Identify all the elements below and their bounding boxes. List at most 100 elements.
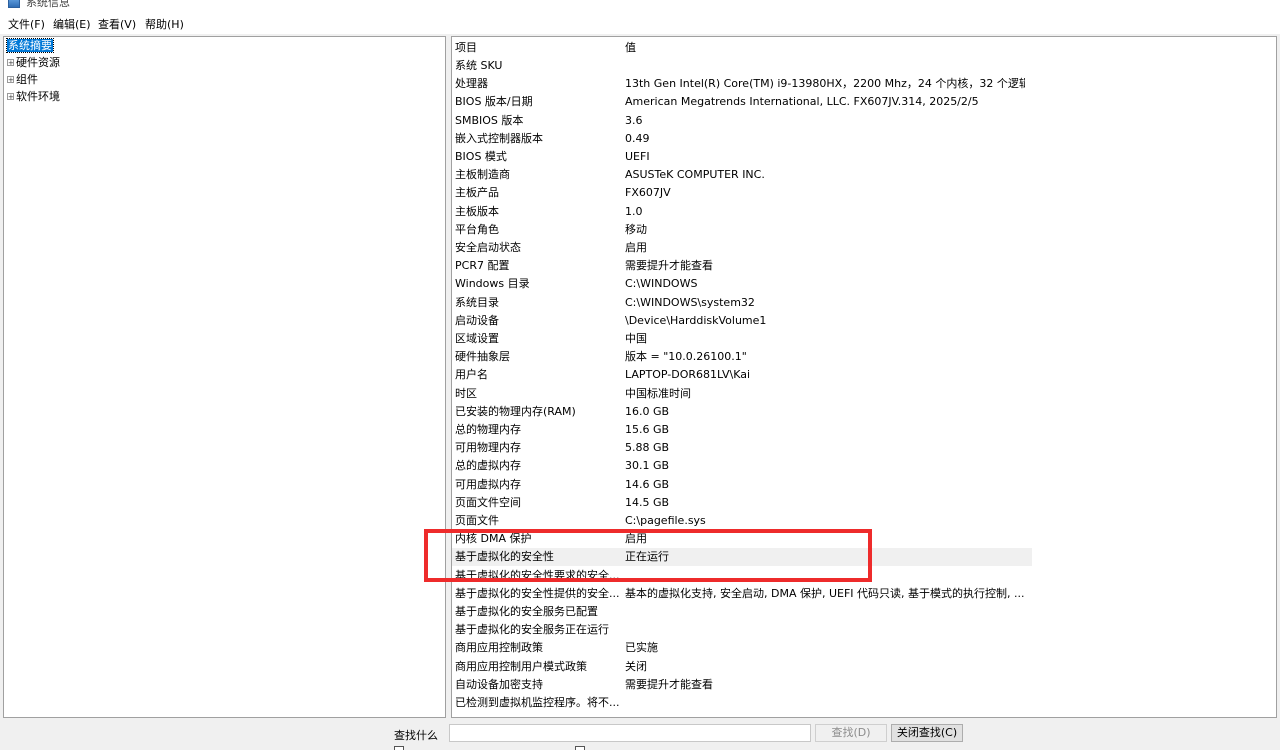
tree-item-system-summary[interactable]: 系统摘要: [6, 38, 54, 54]
row-value-cell: 1.0: [625, 204, 643, 218]
row-item-cell: 启动设备: [455, 313, 499, 327]
row-item-cell: 基于虚拟化的安全性要求的安全...: [455, 568, 620, 582]
row-value-cell: 基本的虚拟化支持, 安全启动, DMA 保护, UEFI 代码只读, 基于模式的…: [625, 586, 1025, 600]
close-find-button[interactable]: 关闭查找(C): [891, 724, 963, 742]
expand-plus-icon[interactable]: +: [7, 76, 14, 84]
table-row[interactable]: 自动设备加密支持 需要提升才能查看: [452, 676, 1032, 694]
category-tree-pane[interactable]: 系统摘要 + 硬件资源 + 组件 + 软件环境: [3, 36, 446, 718]
table-row[interactable]: 已检测到虚拟机监控程序。将不...: [452, 694, 1032, 712]
table-row[interactable]: Windows 目录 C:\WINDOWS: [452, 275, 1032, 293]
table-row[interactable]: 时区 中国标准时间: [452, 385, 1032, 403]
row-item-cell: Windows 目录: [455, 277, 530, 291]
table-row[interactable]: 处理器 13th Gen Intel(R) Core(TM) i9-13980HX…: [452, 75, 1032, 93]
row-value-cell: 14.6 GB: [625, 477, 670, 491]
table-row[interactable]: 平台角色 移动: [452, 221, 1032, 239]
row-value-cell: ASUSTeK COMPUTER INC.: [625, 168, 765, 182]
row-item-cell: 时区: [455, 386, 477, 400]
table-row[interactable]: 内核 DMA 保护 启用: [452, 530, 1032, 548]
column-header-item[interactable]: 项目: [455, 39, 621, 57]
row-item-cell: 基于虚拟化的安全服务正在运行: [455, 623, 609, 637]
table-row[interactable]: 主板版本 1.0: [452, 203, 1032, 221]
search-selected-category-checkbox[interactable]: [394, 746, 404, 750]
table-row[interactable]: 系统目录 C:\WINDOWS\system32: [452, 294, 1032, 312]
row-value-cell: 需要提升才能查看: [625, 259, 713, 273]
row-item-cell: 总的物理内存: [455, 423, 521, 436]
table-row[interactable]: 用户名 LAPTOP-DOR681LV\Kai: [452, 366, 1032, 384]
tree-item-software-environment[interactable]: + 软件环境: [7, 89, 60, 105]
table-row[interactable]: 可用物理内存 5.88 GB: [452, 439, 1032, 457]
table-row[interactable]: 已安装的物理内存(RAM) 16.0 GB: [452, 403, 1032, 421]
row-item-cell: 安全启动状态: [455, 241, 521, 254]
row-value-cell: 正在运行: [625, 550, 669, 564]
table-row[interactable]: 商用应用控制用户模式政策 关闭: [452, 658, 1032, 676]
column-header-value[interactable]: 值: [625, 39, 1025, 57]
table-row[interactable]: 页面文件 C:\pagefile.sys: [452, 512, 1032, 530]
row-item-cell: 处理器: [455, 77, 488, 91]
details-list-pane[interactable]: 项目 值 系统 SKU 处理器 13th Gen Intel(R) Core(TM)…: [451, 36, 1277, 718]
menu-edit[interactable]: 编辑(E): [53, 16, 91, 32]
table-row[interactable]: 基于虚拟化的安全服务正在运行: [452, 621, 1032, 639]
row-value-cell: 16.0 GB: [625, 404, 670, 418]
expand-plus-icon[interactable]: +: [7, 59, 14, 67]
find-what-input[interactable]: [449, 724, 811, 742]
table-row[interactable]: BIOS 模式 UEFI: [452, 148, 1032, 166]
tree-item-hardware-resources[interactable]: + 硬件资源: [7, 55, 60, 71]
table-row[interactable]: 基于虚拟化的安全性 正在运行: [452, 548, 1032, 567]
row-value-cell: C:\WINDOWS: [625, 277, 698, 291]
menu-file[interactable]: 文件(F): [8, 16, 45, 32]
column-header-row: 项目 值: [452, 39, 1032, 57]
table-row[interactable]: 嵌入式控制器版本 0.49: [452, 130, 1032, 148]
table-row[interactable]: 基于虚拟化的安全性提供的安全... 基本的虚拟化支持, 安全启动, DMA 保护,…: [452, 585, 1032, 603]
row-value-cell: LAPTOP-DOR681LV\Kai: [625, 368, 751, 382]
table-row[interactable]: BIOS 版本/日期 American Megatrends Internatio…: [452, 93, 1032, 111]
row-value-cell: 启用: [625, 532, 647, 546]
menu-view[interactable]: 查看(V): [98, 16, 136, 32]
row-item-cell: 平台角色: [455, 222, 499, 236]
row-item-cell: 区域设置: [455, 332, 499, 345]
row-item-cell: 自动设备加密支持: [455, 677, 543, 691]
table-row[interactable]: PCR7 配置 需要提升才能查看: [452, 257, 1032, 275]
system-information-app-icon: [8, 0, 20, 8]
row-item-cell: SMBIOS 版本: [455, 113, 524, 127]
table-row[interactable]: 启动设备 \Device\HarddiskVolume1: [452, 312, 1032, 330]
close-window-button[interactable]: —: [1234, 0, 1280, 8]
row-value-cell: 启用: [625, 241, 647, 254]
table-row[interactable]: 基于虚拟化的安全服务已配置: [452, 603, 1032, 621]
title-bar: 系统信息 —: [0, 0, 1280, 12]
table-row[interactable]: 区域设置 中国: [452, 330, 1032, 348]
menu-help[interactable]: 帮助(H): [145, 16, 184, 32]
row-item-cell: PCR7 配置: [455, 259, 510, 273]
table-row[interactable]: 主板制造商 ASUSTeK COMPUTER INC.: [452, 166, 1032, 184]
expand-plus-icon[interactable]: +: [7, 93, 14, 101]
table-row[interactable]: 安全启动状态 启用: [452, 239, 1032, 257]
find-bar: 查找什么 查找(D) 关闭查找(C): [0, 718, 1280, 750]
table-row[interactable]: 可用虚拟内存 14.6 GB: [452, 476, 1032, 494]
row-value-cell: 30.1 GB: [625, 459, 670, 473]
row-item-cell: 商用应用控制政策: [455, 641, 543, 655]
row-item-cell: 嵌入式控制器版本: [455, 131, 543, 145]
table-row[interactable]: 商用应用控制政策 已实施: [452, 639, 1032, 657]
row-value-cell: 版本 = "10.0.26100.1": [625, 350, 747, 364]
row-item-cell: 已检测到虚拟机监控程序。将不...: [455, 696, 620, 709]
row-value-cell: 移动: [625, 222, 647, 236]
tree-item-label: 系统摘要: [6, 38, 54, 53]
row-value-cell: 5.88 GB: [625, 441, 670, 455]
window-title: 系统信息: [26, 0, 70, 9]
table-row[interactable]: 主板产品 FX607JV: [452, 184, 1032, 202]
row-value-cell: 需要提升才能查看: [625, 677, 713, 691]
tree-item-components[interactable]: + 组件: [7, 72, 38, 88]
search-category-names-checkbox[interactable]: [575, 746, 585, 750]
tree-item-label: 软件环境: [16, 90, 60, 103]
row-item-cell: 已安装的物理内存(RAM): [455, 404, 576, 418]
table-row[interactable]: 总的虚拟内存 30.1 GB: [452, 457, 1032, 475]
row-value-cell: 中国标准时间: [625, 386, 691, 400]
row-value-cell: 中国: [625, 332, 647, 345]
find-button[interactable]: 查找(D): [815, 724, 887, 742]
row-item-cell: 内核 DMA 保护: [455, 532, 532, 546]
table-row[interactable]: SMBIOS 版本 3.6: [452, 112, 1032, 130]
table-row[interactable]: 硬件抽象层 版本 = "10.0.26100.1": [452, 348, 1032, 366]
table-row[interactable]: 系统 SKU: [452, 57, 1032, 75]
table-row[interactable]: 页面文件空间 14.5 GB: [452, 494, 1032, 512]
table-row[interactable]: 总的物理内存 15.6 GB: [452, 421, 1032, 439]
table-row[interactable]: 基于虚拟化的安全性要求的安全...: [452, 567, 1032, 585]
